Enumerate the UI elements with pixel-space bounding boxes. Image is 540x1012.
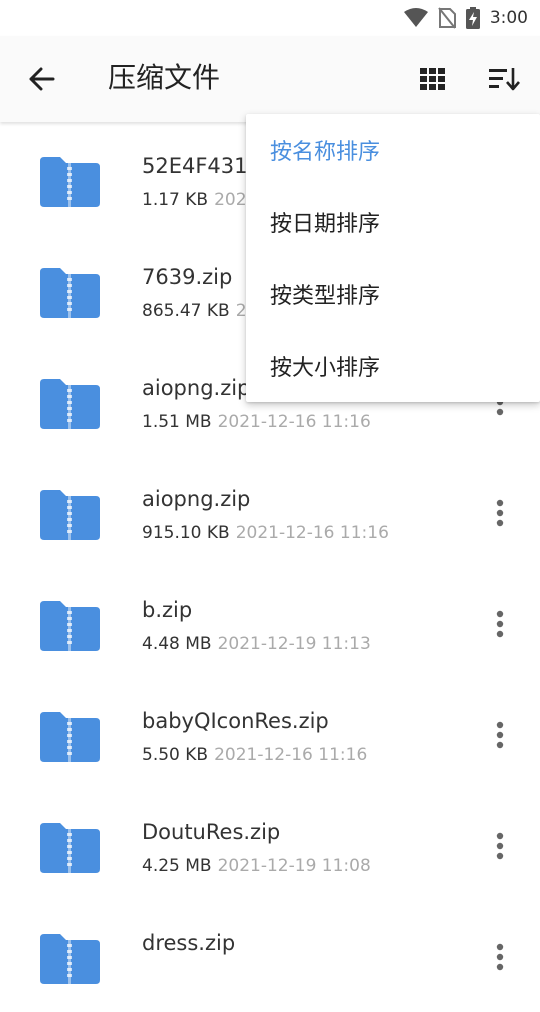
file-name: aiopng.zip [142,376,251,400]
file-meta: 4.25 MB 2021-12-19 11:08 [142,856,371,876]
file-name: DoutuRes.zip [142,820,281,844]
sort-icon [489,68,520,91]
back-button[interactable] [26,63,58,95]
list-item[interactable]: b.zip 4.48 MB 2021-12-19 11:13 [0,568,540,679]
more-options-button[interactable] [488,495,512,531]
file-name: babyQIconRes.zip [142,709,329,733]
zip-folder-icon [40,823,100,873]
zip-folder-icon [40,601,100,651]
back-arrow-icon [29,67,55,91]
more-options-button[interactable] [488,606,512,642]
list-item[interactable]: dress.zip [0,901,540,1012]
no-sim-icon [438,7,456,29]
list-item[interactable]: DoutuRes.zip 4.25 MB 2021-12-19 11:08 [0,790,540,901]
file-date: 2 [235,301,247,321]
sort-menu: 按名称排序 按日期排序 按类型排序 按大小排序 [246,114,540,402]
file-date: 2021-12-16 11:16 [214,745,368,765]
file-name: 7639.zip [142,265,233,289]
more-vert-icon [496,499,504,527]
file-date: 2021-12-16 11:16 [235,523,389,543]
list-item[interactable]: babyQIconRes.zip 5.50 KB 2021-12-16 11:16 [0,679,540,790]
list-item[interactable]: aiopng.zip 915.10 KB 2021-12-16 11:16 [0,457,540,568]
file-size: 915.10 KB [142,523,230,543]
file-size: 1.51 MB [142,412,212,432]
more-options-button[interactable] [488,939,512,975]
file-date: 2021-12-19 11:08 [217,856,371,876]
app-bar: 压缩文件 [0,36,540,122]
page-title: 压缩文件 [108,61,221,94]
zip-folder-icon [40,157,100,207]
file-size: 4.25 MB [142,856,212,876]
file-date: 2021-12-19 11:13 [217,634,371,654]
sort-by-name-item[interactable]: 按名称排序 [246,114,540,186]
more-options-button[interactable] [488,717,512,753]
zip-folder-icon [40,490,100,540]
file-name: aiopng.zip [142,487,251,511]
file-meta: 1.17 KB 2021 [142,190,257,210]
sort-button[interactable] [488,64,522,94]
battery-charging-icon [465,7,480,29]
file-meta: 4.48 MB 2021-12-19 11:13 [142,634,371,654]
sort-by-type-item[interactable]: 按类型排序 [246,258,540,330]
file-name: dress.zip [142,931,236,955]
file-meta: 865.47 KB 2 [142,301,247,321]
zip-folder-icon [40,379,100,429]
status-time: 3:00 [489,8,528,28]
zip-folder-icon [40,712,100,762]
more-vert-icon [496,832,504,860]
file-date: 2021-12-16 11:16 [217,412,371,432]
wifi-icon [403,8,428,28]
more-options-button[interactable] [488,828,512,864]
file-size: 4.48 MB [142,634,212,654]
file-name: b.zip [142,598,193,622]
file-name: 52E4F431 [142,154,248,178]
file-meta: 915.10 KB 2021-12-16 11:16 [142,523,389,543]
status-bar: 3:00 [0,0,540,36]
grid-view-button[interactable] [418,64,448,94]
more-vert-icon [496,610,504,638]
zip-folder-icon [40,268,100,318]
more-vert-icon [496,721,504,749]
file-meta: 5.50 KB 2021-12-16 11:16 [142,745,367,765]
sort-by-size-item[interactable]: 按大小排序 [246,330,540,402]
more-vert-icon [496,943,504,971]
grid-view-icon [420,68,445,90]
sort-by-date-item[interactable]: 按日期排序 [246,186,540,258]
file-size: 5.50 KB [142,745,209,765]
zip-folder-icon [40,934,100,984]
file-size: 865.47 KB [142,301,230,321]
file-size: 1.17 KB [142,190,209,210]
file-meta: 1.51 MB 2021-12-16 11:16 [142,412,371,432]
